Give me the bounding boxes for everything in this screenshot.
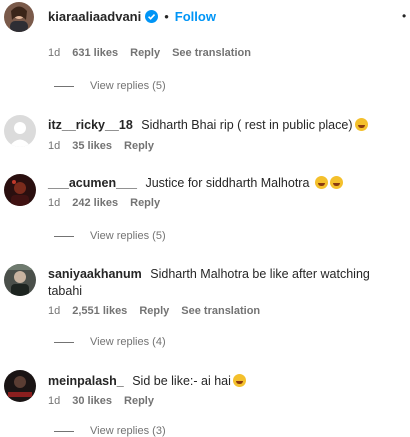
- comment-age: 1d: [48, 47, 61, 59]
- comment-likes[interactable]: 2,551 likes: [72, 305, 127, 317]
- comment-username[interactable]: itz__ricky__18: [48, 118, 133, 132]
- reply-button[interactable]: Reply: [139, 305, 169, 317]
- comment-age: 1d: [48, 140, 61, 152]
- face-emoji-icon: [232, 374, 246, 387]
- comment-avatar[interactable]: [4, 174, 36, 206]
- reply-button[interactable]: Reply: [130, 197, 160, 209]
- replies-line: [54, 85, 74, 87]
- comment-avatar[interactable]: [4, 370, 36, 402]
- see-translation-button[interactable]: See translation: [172, 47, 251, 59]
- comment-age: 1d: [48, 395, 61, 407]
- comment-likes[interactable]: 30 likes: [72, 395, 112, 407]
- laughing-emoji-icon: [329, 176, 343, 189]
- replies-line: [54, 430, 74, 432]
- view-replies-button[interactable]: View replies (4): [54, 336, 166, 348]
- comment-username[interactable]: ___acumen___: [48, 176, 137, 190]
- replies-line: [54, 341, 74, 343]
- reply-button[interactable]: Reply: [124, 395, 154, 407]
- post-author-username[interactable]: kiaraaliaadvani: [48, 9, 141, 24]
- comment-text: Sidharth Bhai rip ( rest in public place…: [141, 118, 353, 132]
- comment-text: Justice for siddharth Malhotra: [145, 176, 310, 190]
- reply-button[interactable]: Reply: [124, 140, 154, 152]
- view-replies-label: View replies (4): [90, 336, 166, 348]
- comment-text-continued: tabahi: [48, 284, 83, 298]
- comment-likes[interactable]: 35 likes: [72, 140, 112, 152]
- comment-username[interactable]: meinpalash_: [48, 374, 124, 388]
- laughing-emoji-icon: [314, 176, 328, 189]
- view-replies-button[interactable]: View replies (5): [54, 230, 166, 242]
- reply-button[interactable]: Reply: [130, 47, 160, 59]
- comment-avatar[interactable]: [4, 264, 36, 296]
- replies-line: [54, 235, 74, 237]
- view-replies-label: View replies (3): [90, 425, 166, 437]
- comment-likes[interactable]: 631 likes: [72, 47, 118, 59]
- more-options-icon[interactable]: •: [402, 9, 406, 23]
- see-translation-button[interactable]: See translation: [181, 305, 260, 317]
- view-replies-label: View replies (5): [90, 80, 166, 92]
- view-replies-button-partial[interactable]: View replies (3): [54, 425, 166, 437]
- view-replies-label: View replies (5): [90, 230, 166, 242]
- comment-avatar[interactable]: [4, 115, 36, 147]
- comment-likes[interactable]: 242 likes: [72, 197, 118, 209]
- verified-badge-icon: [145, 10, 159, 23]
- comment-age: 1d: [48, 305, 61, 317]
- separator-dot: •: [164, 9, 169, 24]
- face-emoji-icon: [354, 118, 368, 131]
- comment-username[interactable]: saniyaakhanum: [48, 267, 142, 281]
- comment-text: Sid be like:- ai hai: [132, 374, 231, 388]
- comment-text: Sidharth Malhotra be like after watching: [150, 267, 370, 281]
- follow-button[interactable]: Follow: [175, 9, 216, 24]
- comment-age: 1d: [48, 197, 61, 209]
- post-author-avatar[interactable]: [4, 2, 34, 32]
- view-replies-button[interactable]: View replies (5): [54, 80, 166, 92]
